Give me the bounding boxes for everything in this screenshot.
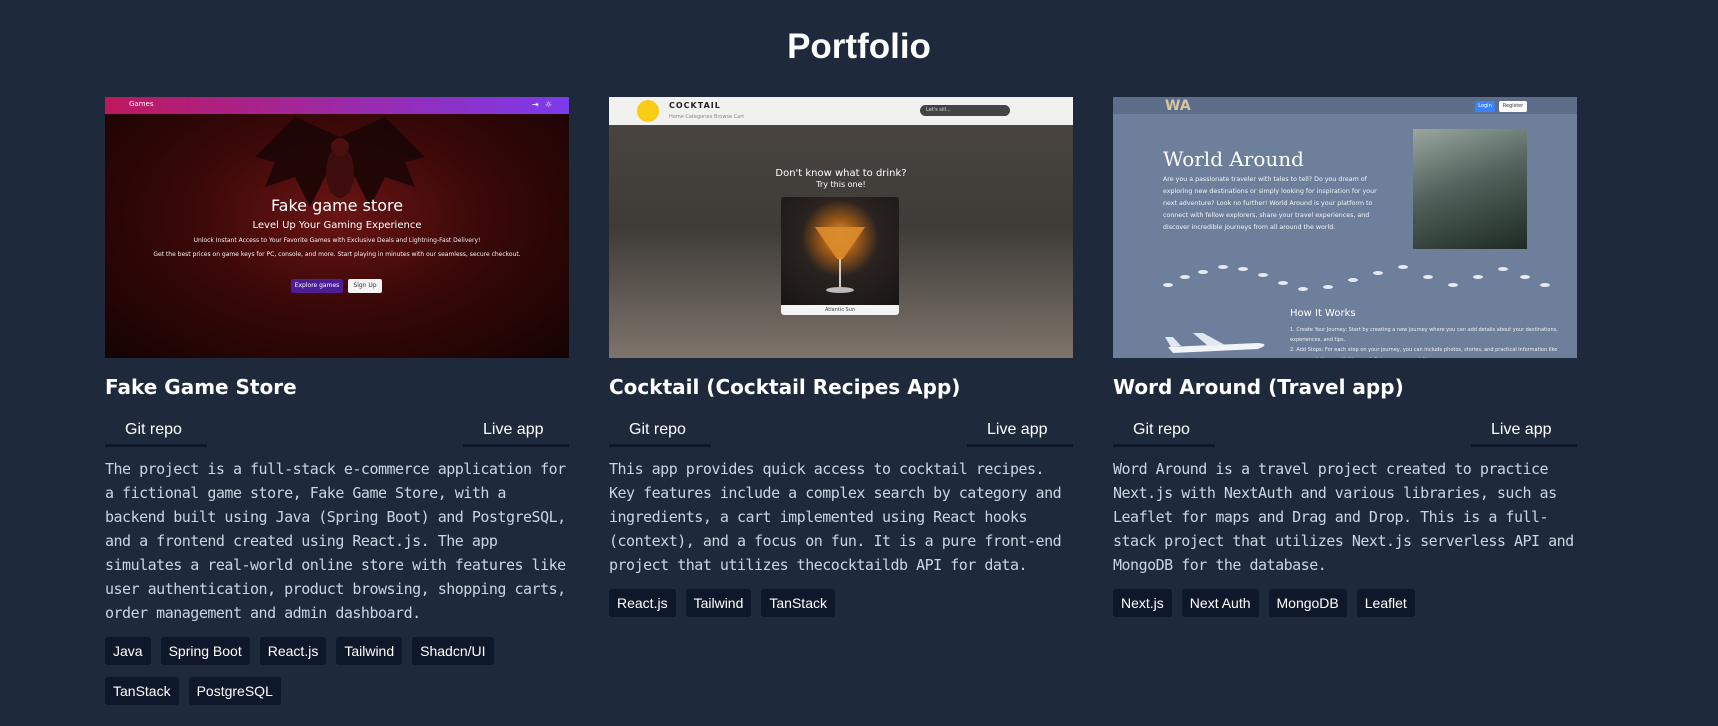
- screenshot-how-step: 1. Create Your Journey: Start by creatin…: [1290, 327, 1558, 343]
- tech-tag: MongoDB: [1268, 589, 1347, 617]
- cocktail-caption: Atlantic Sun: [781, 305, 899, 315]
- screenshot-logo: WA: [1165, 98, 1191, 114]
- palm-photo: [1413, 129, 1527, 249]
- tech-tag: Java: [105, 637, 151, 665]
- screenshot-signup-button: Sign Up: [348, 279, 382, 293]
- cocktail-glass-icon: [815, 227, 865, 293]
- screenshot-heading: Fake game store: [270, 196, 404, 215]
- tech-tag: Spring Boot: [160, 637, 250, 665]
- project-card-cocktail: COCKTAIL Home Categories Browse Cart Let…: [609, 97, 1073, 617]
- page-title: Portfolio: [787, 27, 931, 66]
- tech-tag: Leaflet: [1356, 589, 1415, 617]
- tech-tag: Tailwind: [685, 589, 752, 617]
- screenshot-explore-button: Explore games: [291, 279, 343, 293]
- tech-tags: Next.js Next Auth MongoDB Leaflet: [1113, 589, 1577, 617]
- tech-tag: React.js: [609, 589, 676, 617]
- screenshot-suggestion: Try this one!: [816, 180, 866, 189]
- theme-icon: ☼: [545, 100, 553, 109]
- screenshot-heading: World Around: [1163, 147, 1304, 171]
- screenshot-register-button: Register: [1499, 101, 1527, 112]
- git-repo-link[interactable]: Git repo: [105, 417, 207, 447]
- project-title: Fake Game Store: [105, 375, 297, 399]
- screenshot-how-step: 2. Add Stops: For each stop on your jour…: [1290, 347, 1558, 358]
- footsteps-illustration: [1163, 265, 1550, 291]
- live-app-link[interactable]: Live app: [1471, 417, 1577, 447]
- project-title: Cocktail (Cocktail Recipes App): [609, 375, 961, 399]
- tech-tag: Shadcn/UI: [412, 637, 494, 665]
- screenshot-subheading: Level Up Your Gaming Experience: [252, 220, 422, 231]
- tech-tag: Tailwind: [336, 637, 403, 665]
- screenshot-how-title: How It Works: [1290, 308, 1356, 319]
- login-icon: ⇥: [532, 100, 539, 109]
- live-app-link[interactable]: Live app: [463, 417, 569, 447]
- project-screenshot[interactable]: WA Login Register World Around Are you a…: [1113, 97, 1577, 358]
- project-description: This app provides quick access to cockta…: [609, 460, 1062, 574]
- project-description: Word Around is a travel project created …: [1113, 460, 1574, 574]
- screenshot-question: Don't know what to drink?: [775, 168, 907, 179]
- project-card-world-around: WA Login Register World Around Are you a…: [1113, 97, 1577, 617]
- tech-tag: TanStack: [105, 677, 179, 705]
- project-card-fake-game-store: Games ⇥ ☼ Fake game store Level Up Your …: [105, 97, 569, 705]
- tech-tag: Next.js: [1113, 589, 1172, 617]
- project-screenshot[interactable]: Games ⇥ ☼ Fake game store Level Up Your …: [105, 97, 569, 358]
- screenshot-how-steps: 1. Create Your Journey: Start by creatin…: [1290, 325, 1560, 358]
- git-repo-link[interactable]: Git repo: [1113, 417, 1215, 447]
- tech-tags: Java Spring Boot React.js Tailwind Shadc…: [105, 637, 569, 705]
- screenshot-menu: Home Categories Browse Cart: [669, 114, 745, 120]
- tech-tag: React.js: [259, 637, 327, 665]
- project-links: Git repo Live app: [1113, 417, 1577, 447]
- airplane-icon: [1165, 333, 1265, 353]
- live-app-link[interactable]: Live app: [967, 417, 1073, 447]
- screenshot-navbar: Games ⇥ ☼: [105, 97, 569, 114]
- project-links: Git repo Live app: [105, 417, 569, 447]
- tech-tag: TanStack: [761, 589, 835, 617]
- project-title: Word Around (Travel app): [1113, 375, 1404, 399]
- screenshot-brand: COCKTAIL: [669, 101, 721, 110]
- project-screenshot[interactable]: COCKTAIL Home Categories Browse Cart Let…: [609, 97, 1073, 358]
- screenshot-login-button: Login: [1475, 101, 1495, 112]
- screenshot-nav-label: Games: [129, 100, 154, 108]
- screenshot-text: Unlock Instant Access to Your Favorite G…: [193, 237, 481, 244]
- screenshot-text: Get the best prices on game keys for PC,…: [153, 251, 521, 258]
- project-description: The project is a full-stack e-commerce a…: [105, 460, 566, 622]
- project-links: Git repo Live app: [609, 417, 1073, 447]
- screenshot-navbar: WA Login Register: [1113, 97, 1577, 114]
- tech-tag: Next Auth: [1181, 589, 1259, 617]
- screenshot-intro: Are you a passionate traveler with tales…: [1163, 176, 1377, 231]
- cocktail-photo: [781, 197, 899, 314]
- git-repo-link[interactable]: Git repo: [609, 417, 711, 447]
- tech-tags: React.js Tailwind TanStack: [609, 589, 1073, 617]
- tech-tag: PostgreSQL: [188, 677, 281, 705]
- screenshot-navbar: COCKTAIL Home Categories Browse Cart Let…: [609, 97, 1073, 125]
- screenshot-search: Let's sill...: [920, 105, 1010, 116]
- horse-logo-icon: [637, 100, 659, 122]
